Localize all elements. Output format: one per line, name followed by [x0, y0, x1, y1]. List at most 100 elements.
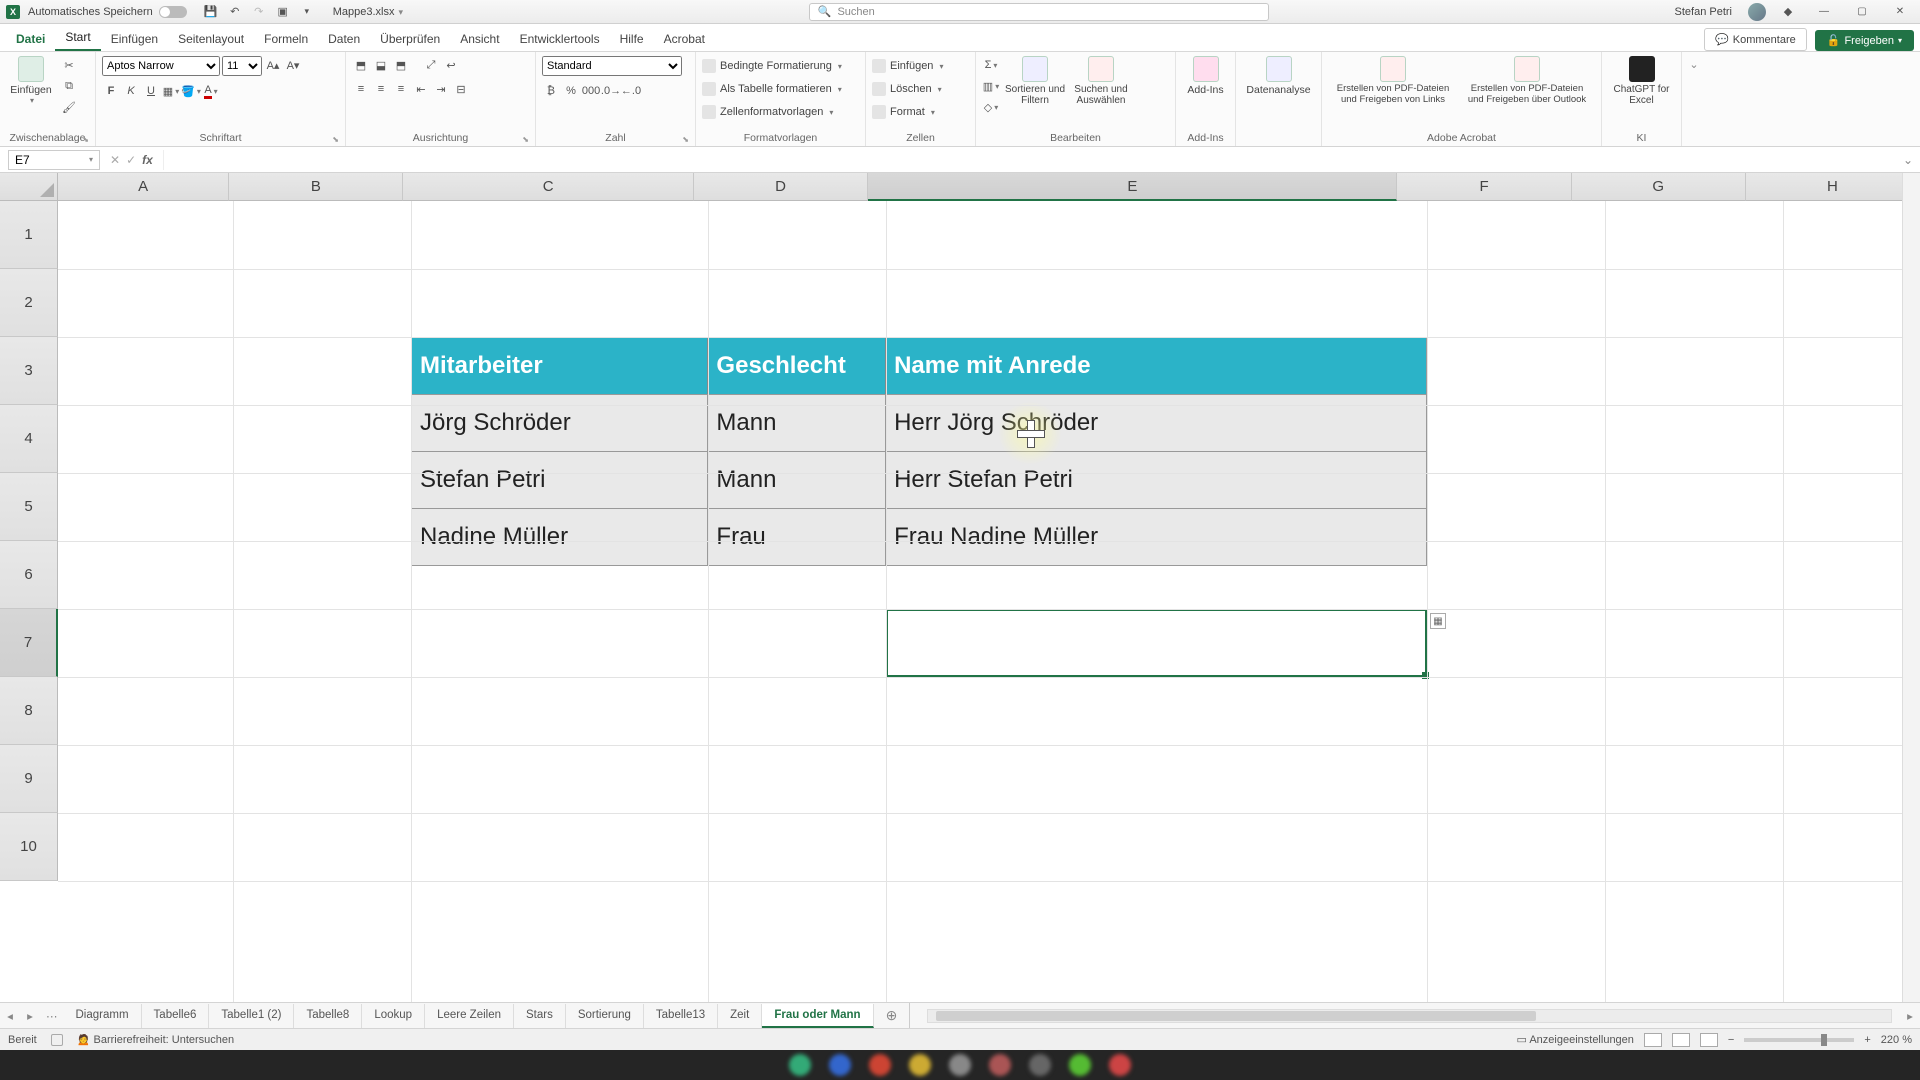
tab-seitenlayout[interactable]: Seitenlayout	[168, 27, 254, 51]
select-all-cell[interactable]	[0, 173, 58, 201]
autosum-icon[interactable]: Σ▾	[982, 56, 1000, 74]
tab-hilfe[interactable]: Hilfe	[610, 27, 654, 51]
accept-formula-icon[interactable]: ✓	[126, 153, 136, 167]
formula-input[interactable]	[163, 150, 1896, 170]
macro-record-icon[interactable]	[51, 1034, 63, 1046]
cell-c5[interactable]: Stefan Petri	[412, 451, 708, 508]
cell-e5[interactable]: Herr Stefan Petri	[886, 451, 1426, 508]
fx-icon[interactable]: fx	[142, 153, 153, 167]
tab-ansicht[interactable]: Ansicht	[450, 27, 509, 51]
status-accessibility[interactable]: 🙍 Barrierefreiheit: Untersuchen	[77, 1033, 234, 1046]
row-header-9[interactable]: 9	[0, 745, 58, 813]
taskbar-icon[interactable]	[909, 1054, 931, 1076]
active-cell[interactable]	[886, 609, 1427, 677]
thousands-icon[interactable]: 000	[582, 82, 600, 100]
sheet-tab[interactable]: Zeit	[718, 1004, 762, 1028]
taskbar-icon[interactable]	[1069, 1054, 1091, 1076]
worksheet[interactable]: ABCDEFGH 12345678910 Mitarbeiter Geschle…	[0, 173, 1920, 1002]
clear-icon[interactable]: ◇▾	[982, 98, 1000, 116]
wrap-text-icon[interactable]: ↩	[442, 56, 460, 74]
currency-icon[interactable]: ₿	[542, 82, 560, 100]
horizontal-scrollbar[interactable]	[927, 1009, 1892, 1023]
row-header-6[interactable]: 6	[0, 541, 58, 609]
delete-cells-button[interactable]: Löschen▾	[872, 79, 943, 99]
minimize-button[interactable]: —	[1810, 6, 1838, 17]
decrease-font-icon[interactable]: A▾	[284, 56, 302, 74]
tab-uberprufen[interactable]: Überprüfen	[370, 27, 450, 51]
italic-icon[interactable]: K	[122, 82, 140, 100]
sheet-tab[interactable]: Diagramm	[64, 1004, 142, 1028]
find-select-button[interactable]: Suchen und Auswählen	[1070, 56, 1132, 106]
zoom-slider[interactable]	[1744, 1038, 1854, 1042]
conditional-formatting-button[interactable]: Bedingte Formatierung▾	[702, 56, 842, 76]
increase-decimal-icon[interactable]: .0→	[602, 82, 620, 100]
pdf-share-outlook-button[interactable]: Erstellen von PDF-Dateien und Freigeben …	[1462, 56, 1592, 106]
number-format-select[interactable]: Standard	[542, 56, 682, 76]
sheet-tab[interactable]: Tabelle8	[294, 1004, 362, 1028]
tab-einfugen[interactable]: Einfügen	[101, 27, 168, 51]
qat-more-icon[interactable]: ▾	[299, 4, 315, 20]
tab-entwicklertools[interactable]: Entwicklertools	[510, 27, 610, 51]
borders-icon[interactable]: ▦▾	[162, 82, 180, 100]
pdf-share-link-button[interactable]: Erstellen von PDF-Dateien und Freigeben …	[1328, 56, 1458, 106]
autosave-toggle[interactable]	[159, 6, 187, 18]
avatar[interactable]	[1748, 3, 1766, 21]
sort-filter-button[interactable]: Sortieren und Filtern	[1004, 56, 1066, 106]
add-sheet-button[interactable]: ⊕	[874, 1007, 910, 1024]
sheet-tab[interactable]: Stars	[514, 1004, 566, 1028]
filename-label[interactable]: Mappe3.xlsx▾	[333, 6, 403, 18]
tab-acrobat[interactable]: Acrobat	[654, 27, 715, 51]
tab-nav-next-icon[interactable]: ▸	[20, 1009, 40, 1023]
cell-e6[interactable]: Frau Nadine Müller	[886, 508, 1426, 565]
increase-indent-icon[interactable]: ⇥	[432, 80, 450, 98]
sheet-tab[interactable]: Tabelle6	[142, 1004, 210, 1028]
search-box[interactable]: 🔍 Suchen	[809, 3, 1269, 21]
diamond-icon[interactable]: ◆	[1780, 4, 1796, 20]
data-analysis-button[interactable]: Datenanalyse	[1242, 56, 1315, 96]
increase-font-icon[interactable]: A▴	[264, 56, 282, 74]
cell-d5[interactable]: Mann	[708, 451, 886, 508]
addins-button[interactable]: Add-Ins	[1182, 56, 1229, 96]
fill-color-icon[interactable]: 🪣▾	[182, 82, 200, 100]
chatgpt-button[interactable]: ChatGPT for Excel	[1608, 56, 1675, 106]
scroll-right-icon[interactable]: ▸	[1900, 1009, 1920, 1023]
taskbar-icon[interactable]	[789, 1054, 811, 1076]
align-left-icon[interactable]: ≡	[352, 80, 370, 98]
collapse-ribbon-icon[interactable]: ⌄	[1682, 52, 1706, 146]
sheet-tab[interactable]: Tabelle1 (2)	[209, 1004, 294, 1028]
column-header-A[interactable]: A	[58, 173, 229, 201]
column-header-E[interactable]: E	[868, 173, 1397, 201]
align-center-icon[interactable]: ≡	[372, 80, 390, 98]
row-header-1[interactable]: 1	[0, 201, 58, 269]
expand-formula-bar-icon[interactable]: ⌄	[1896, 153, 1920, 167]
cell-d4[interactable]: Mann	[708, 394, 886, 451]
row-header-3[interactable]: 3	[0, 337, 58, 405]
copy-icon[interactable]: ⧉	[60, 77, 78, 95]
column-header-C[interactable]: C	[403, 173, 694, 201]
username-label[interactable]: Stefan Petri	[1675, 6, 1732, 18]
autofill-options-icon[interactable]: ▦	[1430, 613, 1446, 629]
cell-e4[interactable]: Herr Jörg Schröder	[886, 394, 1426, 451]
row-header-7[interactable]: 7	[0, 609, 58, 677]
column-header-D[interactable]: D	[694, 173, 868, 201]
taskbar-icon[interactable]	[869, 1054, 891, 1076]
page-layout-view-icon[interactable]	[1672, 1033, 1690, 1047]
zoom-level[interactable]: 220 %	[1881, 1034, 1912, 1046]
cell-styles-button[interactable]: Zellenformatvorlagen▾	[702, 102, 842, 122]
maximize-button[interactable]: ▢	[1848, 6, 1876, 17]
decrease-decimal-icon[interactable]: ←.0	[622, 82, 640, 100]
column-header-H[interactable]: H	[1746, 173, 1920, 201]
page-break-view-icon[interactable]	[1700, 1033, 1718, 1047]
cell-d6[interactable]: Frau	[708, 508, 886, 565]
redo-icon[interactable]: ↷	[251, 4, 267, 20]
insert-cells-button[interactable]: Einfügen▾	[872, 56, 943, 76]
align-middle-icon[interactable]: ⬓	[372, 56, 390, 74]
taskbar-icon[interactable]	[1029, 1054, 1051, 1076]
tab-nav-prev-icon[interactable]: ◂	[0, 1009, 20, 1023]
taskbar-icon[interactable]	[1109, 1054, 1131, 1076]
align-bottom-icon[interactable]: ⬒	[392, 56, 410, 74]
column-header-G[interactable]: G	[1572, 173, 1746, 201]
normal-view-icon[interactable]	[1644, 1033, 1662, 1047]
zoom-out-icon[interactable]: −	[1728, 1034, 1734, 1046]
format-as-table-button[interactable]: Als Tabelle formatieren▾	[702, 79, 842, 99]
